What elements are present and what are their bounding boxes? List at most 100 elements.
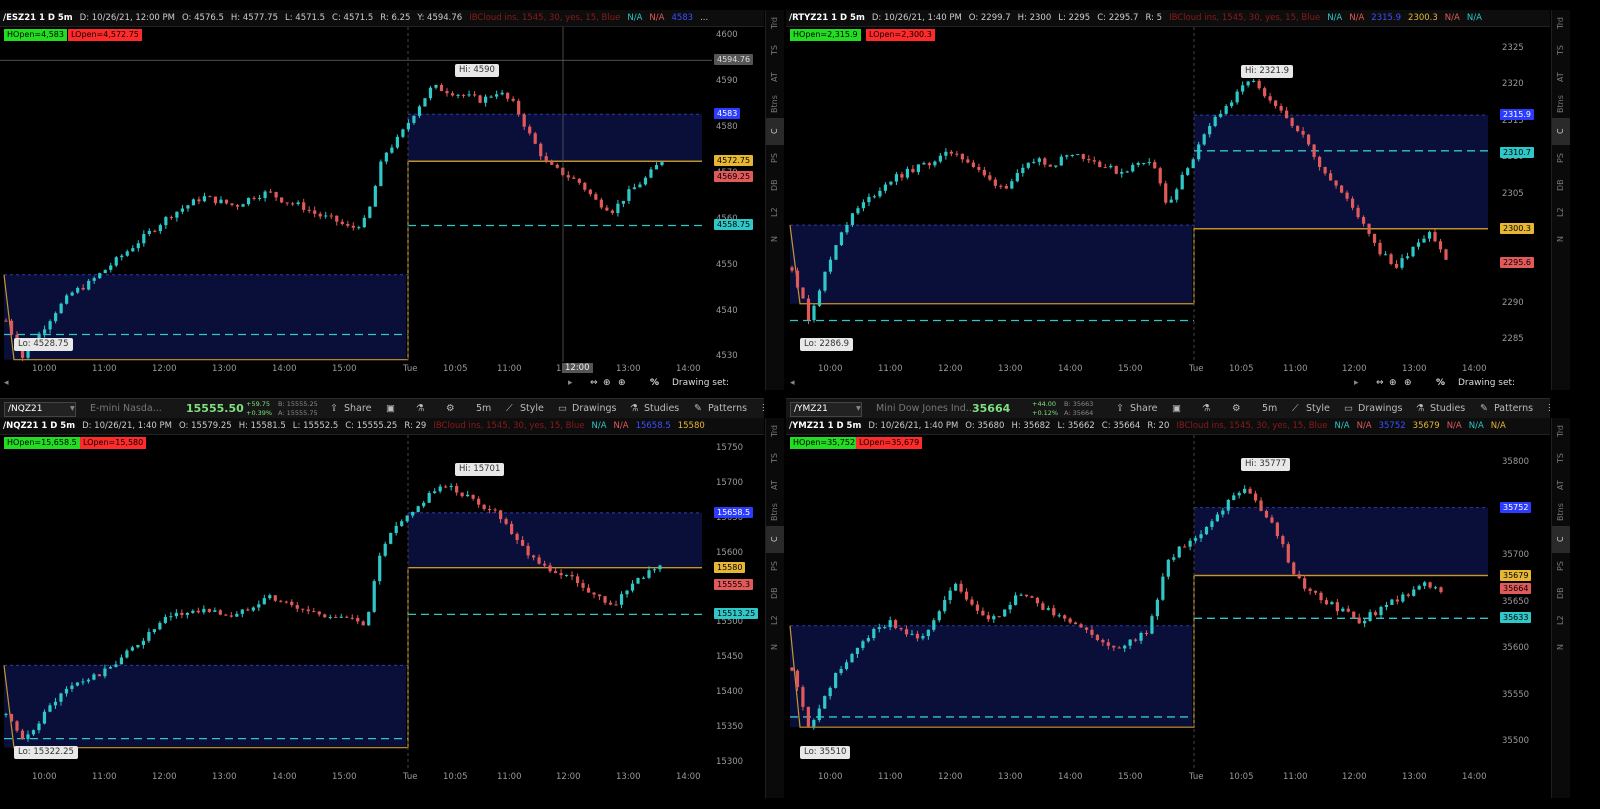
chart-panel-nq[interactable]: /NQZ21 ▾ E-mini Nasda... 15555.50 +59.75 +0.3… [0, 398, 764, 798]
patterns-icon[interactable]: ✎ [1480, 399, 1488, 419]
side-tab-n[interactable]: N [1552, 226, 1570, 253]
drawings-icon[interactable]: ▭ [1344, 399, 1353, 419]
flask-icon[interactable]: ⚗ [1202, 399, 1211, 419]
side-tab-at[interactable]: AT [766, 472, 784, 499]
chart-symbol[interactable]: /RTYZ21 1 D 5m [789, 13, 865, 23]
side-tab-ts[interactable]: TS [766, 445, 784, 472]
patterns-icon[interactable]: ✎ [694, 399, 702, 419]
symbol-dropdown-icon[interactable]: ▾ [70, 399, 75, 419]
side-tab-btns[interactable]: Btns [766, 499, 784, 526]
time-axis[interactable]: 10:00 11:00 12:00 13:00 14:00 15:00 Tue 10:05 11… [0, 362, 712, 376]
side-tab-l2[interactable]: L2 [766, 607, 784, 634]
interval-button[interactable]: 5m [1262, 399, 1277, 419]
side-tab-l2[interactable]: L2 [766, 199, 784, 226]
zoom-icon[interactable]: ⊕ [1404, 376, 1412, 390]
scroll-right-icon[interactable]: ▸ [1354, 376, 1359, 390]
side-tab-ts[interactable]: TS [1552, 445, 1570, 472]
side-tab-btns[interactable]: Btns [766, 91, 784, 118]
style-icon[interactable]: ⟋ [1292, 399, 1299, 419]
studies-icon[interactable]: ⚗ [630, 399, 639, 419]
chart-symbol[interactable]: /NQZ21 1 D 5m [3, 421, 75, 431]
price-axis[interactable]: 2325232023152310230523002295229022852315… [1498, 27, 1550, 362]
price-axis[interactable]: 3580035750357003565035600355503550035752… [1498, 435, 1550, 770]
chart-panel-rty[interactable]: /RTYZ21 1 D 5m D: 10/26/21, 1:40 PM O: 229… [786, 10, 1550, 390]
price-axis[interactable]: 460045904580457045604550454045304594.764… [712, 27, 764, 362]
style-button[interactable]: Style [520, 399, 544, 419]
side-panel-left-bottom[interactable]: Trd TS AT Btns C PS DB L2 N [765, 418, 784, 798]
studies-button[interactable]: Studies [644, 399, 679, 419]
side-tab-ts[interactable]: TS [1552, 37, 1570, 64]
side-tab-btns[interactable]: Btns [1552, 499, 1570, 526]
side-tab-n[interactable]: N [766, 226, 784, 253]
chart-panel-ym[interactable]: /YMZ21 ▾ Mini Dow Jones Ind... 35664 +44.00 +… [786, 398, 1550, 798]
side-tab-trd[interactable]: Trd [1552, 418, 1570, 445]
time-axis[interactable]: 10:00 11:00 12:00 13:00 14:00 15:00 Tue 10:05 11… [786, 770, 1498, 784]
menu-icon[interactable]: ☰ [1548, 399, 1550, 419]
percent-icon[interactable]: % [650, 376, 659, 390]
side-tab-ps[interactable]: PS [766, 145, 784, 172]
percent-icon[interactable]: % [1436, 376, 1445, 390]
studies-icon[interactable]: ⚗ [1416, 399, 1425, 419]
side-tab-db[interactable]: DB [766, 172, 784, 199]
interval-button[interactable]: 5m [476, 399, 491, 419]
share-button[interactable]: Share [344, 399, 371, 419]
style-icon[interactable]: ⟋ [506, 399, 513, 419]
pan-icon[interactable]: ⇔ [1376, 376, 1384, 390]
time-axis[interactable]: 10:00 11:00 12:00 13:00 14:00 15:00 Tue 10:05 11… [0, 770, 712, 784]
style-button[interactable]: Style [1306, 399, 1330, 419]
chart-symbol[interactable]: /YMZ21 1 D 5m [789, 421, 861, 431]
studies-button[interactable]: Studies [1430, 399, 1465, 419]
side-tab-c[interactable]: C [766, 118, 784, 145]
crosshair-icon[interactable]: ⊕ [1389, 376, 1397, 390]
side-tab-c[interactable]: C [1552, 526, 1570, 553]
drawing-set-label[interactable]: Drawing set: Default [672, 376, 764, 390]
scroll-left-icon[interactable]: ◂ [790, 376, 795, 390]
price-axis[interactable]: 1575015700156501560015550155001545015400… [712, 435, 764, 770]
price-plot[interactable] [786, 435, 1498, 770]
side-tab-c[interactable]: C [1552, 118, 1570, 145]
drawing-set-label[interactable]: Drawing set: Default [1458, 376, 1550, 390]
gear-icon[interactable]: ⚙ [446, 399, 455, 419]
side-tab-ps[interactable]: PS [766, 553, 784, 580]
side-tab-db[interactable]: DB [1552, 172, 1570, 199]
drawings-button[interactable]: Drawings [572, 399, 616, 419]
side-tab-ps[interactable]: PS [1552, 553, 1570, 580]
side-tab-ps[interactable]: PS [1552, 145, 1570, 172]
side-tab-n[interactable]: N [1552, 634, 1570, 661]
side-tab-at[interactable]: AT [766, 64, 784, 91]
side-tab-at[interactable]: AT [1552, 64, 1570, 91]
scroll-right-icon[interactable]: ▸ [568, 376, 573, 390]
symbol-selector[interactable]: /NQZ21 [4, 402, 76, 417]
patterns-button[interactable]: Patterns [1494, 399, 1533, 419]
side-panel-left-top[interactable]: Trd TS AT Btns C PS DB L2 N [765, 10, 784, 390]
chart-panel-es[interactable]: /ESZ21 1 D 5m D: 10/26/21, 12:00 PM O: 457… [0, 10, 764, 390]
crosshair-icon[interactable]: ⊕ [603, 376, 611, 390]
screenshot-icon[interactable]: ▣ [386, 399, 395, 419]
symbol-selector[interactable]: /YMZ21 [790, 402, 862, 417]
side-tab-n[interactable]: N [766, 634, 784, 661]
side-panel-right-bottom[interactable]: Trd TS AT Btns C PS DB L2 N [1551, 418, 1570, 798]
menu-icon[interactable]: ☰ [762, 399, 764, 419]
side-panel-right-top[interactable]: Trd TS AT Btns C PS DB L2 N [1551, 10, 1570, 390]
price-plot[interactable] [0, 27, 712, 362]
side-tab-ts[interactable]: TS [766, 37, 784, 64]
drawings-icon[interactable]: ▭ [558, 399, 567, 419]
gear-icon[interactable]: ⚙ [1232, 399, 1241, 419]
zoom-icon[interactable]: ⊕ [618, 376, 626, 390]
time-axis[interactable]: 10:00 11:00 12:00 13:00 14:00 15:00 Tue 10:05 11… [786, 362, 1498, 376]
side-tab-l2[interactable]: L2 [1552, 199, 1570, 226]
side-tab-at[interactable]: AT [1552, 472, 1570, 499]
screenshot-icon[interactable]: ▣ [1172, 399, 1181, 419]
symbol-dropdown-icon[interactable]: ▾ [856, 399, 861, 419]
pan-icon[interactable]: ⇔ [590, 376, 598, 390]
flask-icon[interactable]: ⚗ [416, 399, 425, 419]
side-tab-trd[interactable]: Trd [1552, 10, 1570, 37]
side-tab-trd[interactable]: Trd [766, 10, 784, 37]
side-tab-db[interactable]: DB [1552, 580, 1570, 607]
side-tab-db[interactable]: DB [766, 580, 784, 607]
patterns-button[interactable]: Patterns [708, 399, 747, 419]
price-plot[interactable] [0, 435, 712, 770]
side-tab-trd[interactable]: Trd [766, 418, 784, 445]
chart-symbol[interactable]: /ESZ21 1 D 5m [3, 13, 73, 23]
share-button[interactable]: Share [1130, 399, 1157, 419]
